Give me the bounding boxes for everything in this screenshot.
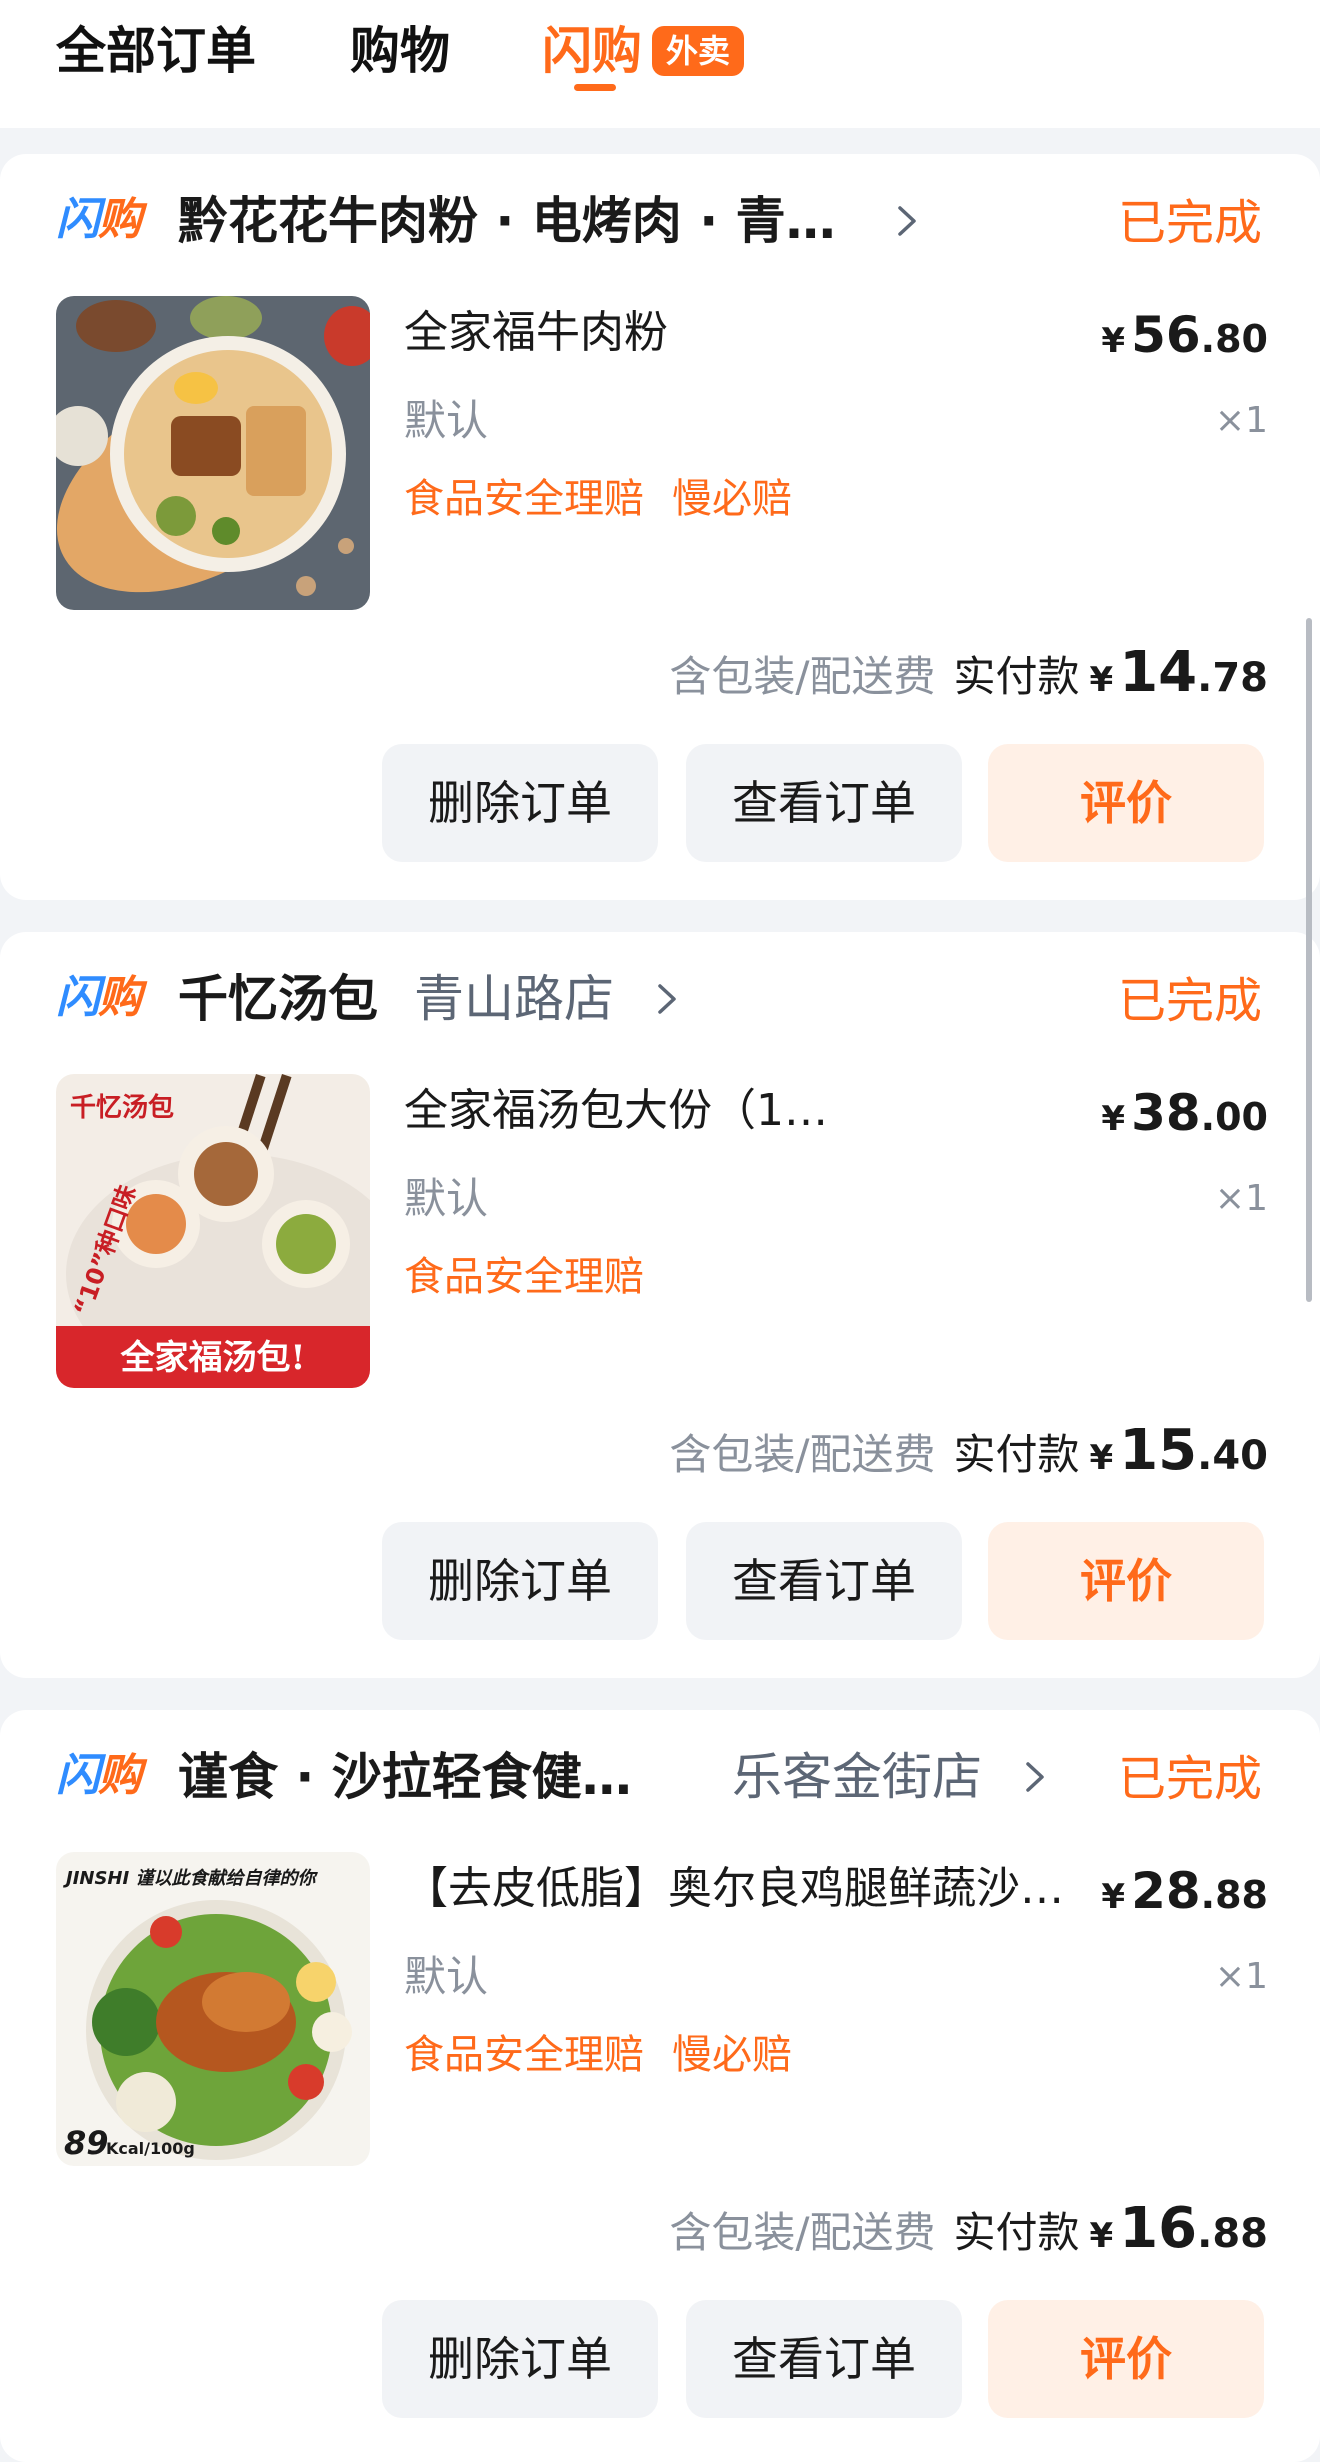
order-card: 闪购 黔花花牛肉粉 · 电烤肉 · 青… 已完成 全家福牛肉粉 ¥56.80 默… bbox=[0, 154, 1320, 900]
order-status: 已完成 bbox=[1117, 1751, 1262, 1807]
tab-flash-purchase[interactable]: 闪购 bbox=[542, 18, 642, 84]
delete-order-button[interactable]: 删除订单 bbox=[382, 2300, 658, 2418]
tab-all-orders[interactable]: 全部订单 bbox=[56, 18, 256, 84]
tab-shopping[interactable]: 购物 bbox=[350, 18, 450, 84]
product-name[interactable]: 全家福牛肉粉 bbox=[404, 304, 804, 362]
svg-text:89: 89 bbox=[64, 2124, 109, 2162]
chicken-salad-photo-icon: JINSHI 谨以此食献给自律的你 89 Kcal/100g bbox=[56, 1852, 370, 2166]
product-quantity: ×1 bbox=[1214, 400, 1268, 441]
rate-order-button[interactable]: 评价 bbox=[988, 744, 1264, 862]
guarantee-tags: 食品安全理赔 bbox=[404, 1250, 644, 1304]
chevron-right-icon[interactable] bbox=[1016, 1758, 1054, 1796]
food-safety-tag: 食品安全理赔 bbox=[404, 2032, 644, 2078]
paid-currency: ¥ bbox=[1089, 1438, 1114, 1478]
vertical-scrollbar[interactable] bbox=[1306, 618, 1312, 1302]
paid-label: 实付款 bbox=[953, 1430, 1080, 1479]
paid-currency: ¥ bbox=[1089, 2216, 1114, 2256]
product-spec: 默认 bbox=[404, 1174, 489, 1223]
fee-note: 含包装/配送费 bbox=[669, 652, 936, 701]
order-status: 已完成 bbox=[1117, 195, 1262, 251]
flash-purchase-logo: 闪购 bbox=[56, 194, 142, 245]
guarantee-tags: 食品安全理赔 慢必赔 bbox=[404, 472, 792, 526]
delete-order-button[interactable]: 删除订单 bbox=[382, 744, 658, 862]
svg-text:Kcal/100g: Kcal/100g bbox=[106, 2139, 195, 2158]
rate-order-button[interactable]: 评价 bbox=[988, 1522, 1264, 1640]
rate-order-button[interactable]: 评价 bbox=[988, 2300, 1264, 2418]
paid-currency: ¥ bbox=[1089, 660, 1114, 700]
svg-text:千忆汤包: 千忆汤包 bbox=[70, 1092, 174, 1123]
payment-summary: 含包装/配送费 实付款 ¥ 15 .40 bbox=[669, 1418, 1268, 1484]
product-name[interactable]: 【去皮低脂】奥尔良鸡腿鲜蔬沙拉… bbox=[404, 1860, 1104, 1918]
product-price: ¥56.80 bbox=[1101, 306, 1268, 364]
food-safety-tag: 食品安全理赔 bbox=[404, 1254, 644, 1300]
active-tab-indicator bbox=[574, 84, 616, 91]
store-name[interactable]: 黔花花牛肉粉 · 电烤肉 · 青… bbox=[178, 190, 868, 252]
product-quantity: ×1 bbox=[1214, 1956, 1268, 1997]
flash-purchase-logo: 闪购 bbox=[56, 972, 142, 1023]
flash-purchase-logo: 闪购 bbox=[56, 1750, 142, 1801]
view-order-button[interactable]: 查看订单 bbox=[686, 2300, 962, 2418]
product-name[interactable]: 全家福汤包大份（10个） bbox=[404, 1082, 844, 1140]
paid-amount-integer: 14 bbox=[1119, 640, 1198, 705]
store-branch[interactable]: 乐客金街店 bbox=[732, 1746, 982, 1808]
store-branch[interactable]: 青山路店 bbox=[414, 968, 614, 1030]
takeout-badge: 外卖 bbox=[652, 26, 745, 76]
food-safety-tag: 食品安全理赔 bbox=[404, 476, 644, 522]
soup-dumpling-photo-icon: 全家福汤包! 千忆汤包 “10”种口味 bbox=[56, 1074, 370, 1388]
payment-summary: 含包装/配送费 实付款 ¥ 16 .88 bbox=[669, 2196, 1268, 2262]
chevron-right-icon[interactable] bbox=[648, 980, 686, 1018]
store-name[interactable]: 谨食 · 沙拉轻食健… bbox=[178, 1746, 678, 1808]
svg-text:JINSHI 谨以此食献给自律的你: JINSHI 谨以此食献给自律的你 bbox=[63, 1868, 318, 1889]
product-thumbnail[interactable]: 全家福汤包! 千忆汤包 “10”种口味 bbox=[56, 1074, 370, 1388]
order-status: 已完成 bbox=[1117, 973, 1262, 1029]
view-order-button[interactable]: 查看订单 bbox=[686, 744, 962, 862]
fee-note: 含包装/配送费 bbox=[669, 1430, 936, 1479]
beef-noodle-photo-icon bbox=[56, 296, 370, 610]
paid-amount-integer: 16 bbox=[1119, 2196, 1198, 2261]
delete-order-button[interactable]: 删除订单 bbox=[382, 1522, 658, 1640]
paid-label: 实付款 bbox=[953, 652, 1080, 701]
product-quantity: ×1 bbox=[1214, 1178, 1268, 1219]
paid-amount-decimal: .88 bbox=[1197, 2211, 1268, 2257]
late-compensation-tag: 慢必赔 bbox=[672, 2032, 792, 2078]
product-thumbnail[interactable] bbox=[56, 296, 370, 610]
product-price: ¥38.00 bbox=[1101, 1084, 1268, 1142]
late-compensation-tag: 慢必赔 bbox=[672, 476, 792, 522]
paid-amount-integer: 15 bbox=[1119, 1418, 1198, 1483]
paid-amount-decimal: .78 bbox=[1197, 655, 1268, 701]
payment-summary: 含包装/配送费 实付款 ¥ 14 .78 bbox=[669, 640, 1268, 706]
paid-amount-decimal: .40 bbox=[1197, 1433, 1268, 1479]
store-name[interactable]: 千忆汤包 bbox=[178, 968, 378, 1030]
product-spec: 默认 bbox=[404, 396, 489, 445]
order-card: 闪购 谨食 · 沙拉轻食健… 乐客金街店 已完成 JINSHI 谨以此食献给自律… bbox=[0, 1710, 1320, 2462]
product-price: ¥28.88 bbox=[1101, 1862, 1268, 1920]
order-card: 闪购 千忆汤包 青山路店 已完成 全家福汤包! 千忆汤包 “10”种口味 全家福… bbox=[0, 932, 1320, 1678]
order-tabbar: 全部订单 购物 闪购 外卖 bbox=[0, 0, 1320, 128]
product-thumbnail[interactable]: JINSHI 谨以此食献给自律的你 89 Kcal/100g bbox=[56, 1852, 370, 2166]
chevron-right-icon[interactable] bbox=[888, 202, 926, 240]
product-spec: 默认 bbox=[404, 1952, 489, 2001]
guarantee-tags: 食品安全理赔 慢必赔 bbox=[404, 2028, 792, 2082]
paid-label: 实付款 bbox=[953, 2208, 1080, 2257]
svg-text:全家福汤包!: 全家福汤包! bbox=[120, 1338, 306, 1378]
fee-note: 含包装/配送费 bbox=[669, 2208, 936, 2257]
view-order-button[interactable]: 查看订单 bbox=[686, 1522, 962, 1640]
